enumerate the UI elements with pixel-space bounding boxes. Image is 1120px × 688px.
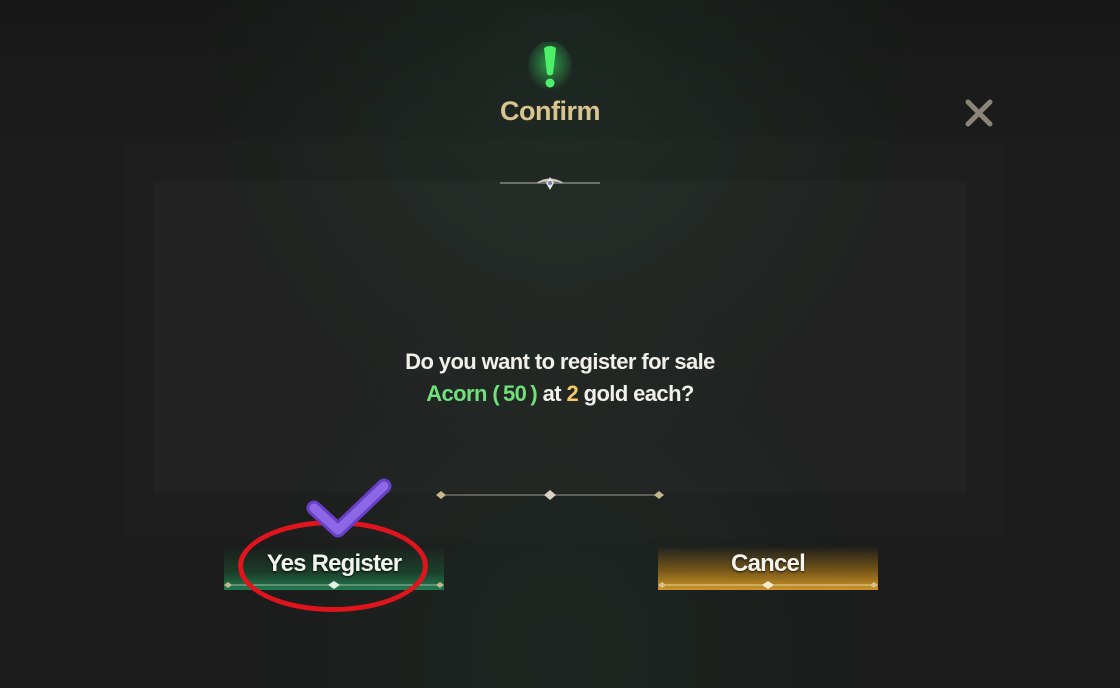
close-icon[interactable] [962,96,996,130]
cancel-button[interactable]: Cancel [658,546,878,590]
word-at: at [542,381,562,406]
price-suffix: gold each? [583,381,695,406]
item-qty-close: ) [530,381,538,406]
item-qty-open: ( [492,381,500,406]
dialog-message: Do you want to register for sale Acorn (… [260,346,860,410]
item-quantity: 50 [503,381,527,406]
item-name: Acorn [426,381,487,406]
exclamation-icon [528,42,572,91]
cancel-label: Cancel [731,550,806,577]
message-line-2: Acorn (50) at 2 gold each? [260,378,860,410]
message-divider-ornament [436,490,664,500]
button-underline-ornament [658,581,878,589]
dialog-title: Confirm [500,96,601,126]
background-panel-inner [155,182,965,492]
checkmark-icon [306,478,392,538]
price-value: 2 [566,381,579,406]
title-divider-ornament [500,177,600,190]
message-line-1: Do you want to register for sale [405,349,715,374]
screen: Confirm Do you want to register for sale… [0,0,1120,688]
